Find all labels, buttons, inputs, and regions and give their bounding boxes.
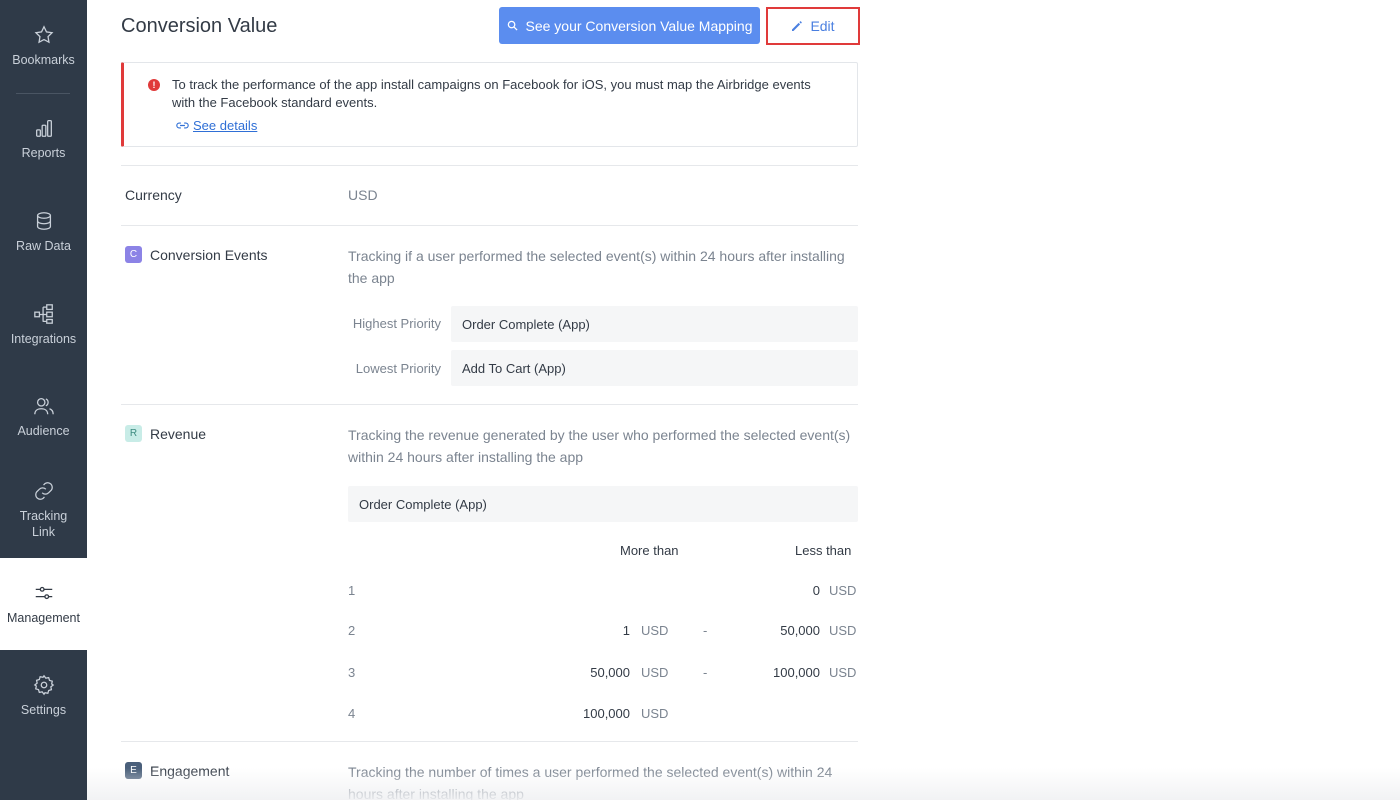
engagement-heading: E Engagement [125, 762, 229, 779]
highest-priority-field: Order Complete (App) [451, 306, 858, 342]
revenue-heading: R Revenue [125, 425, 206, 442]
revenue-badge: R [125, 425, 142, 442]
divider [121, 741, 858, 742]
range-more-value: 1 [622, 623, 630, 638]
pencil-icon [792, 21, 803, 31]
database-icon [36, 212, 51, 230]
sidebar-item-bookmarks[interactable]: Bookmarks [0, 24, 87, 68]
highest-priority-label: Highest Priority [352, 316, 441, 331]
sliders-icon [35, 586, 52, 600]
sidebar-item-label: Bookmarks [12, 53, 75, 67]
range-more-unit: USD [641, 665, 669, 680]
see-details-label: See details [193, 118, 258, 133]
range-dash: - [703, 665, 708, 680]
see-mapping-button[interactable]: See your Conversion Value Mapping [499, 7, 760, 44]
sidebar-item-integrations[interactable]: Integrations [0, 303, 87, 347]
conversion-events-heading: C Conversion Events [125, 246, 268, 263]
page-title: Conversion Value [121, 15, 278, 37]
main-content: Conversion Value See your Conversion Val… [87, 0, 1400, 800]
edit-label: Edit [810, 18, 835, 34]
column-header-less-than: Less than [795, 543, 852, 558]
alert-message: To track the performance of the app inst… [172, 77, 811, 110]
range-less-value: 100,000 [773, 665, 820, 680]
conversion-events-label: Conversion Events [150, 246, 268, 263]
range-less-unit: USD [829, 665, 857, 680]
conversion-events-description: Tracking if a user performed the selecte… [348, 248, 845, 286]
range-more-value: 50,000 [590, 665, 630, 680]
range-index: 4 [348, 706, 356, 721]
sidebar-item-settings[interactable]: Settings [0, 674, 87, 718]
divider [121, 404, 858, 405]
currency-label: Currency [125, 187, 182, 203]
sidebar-item-audience[interactable]: Audience [0, 395, 87, 439]
sidebar-item-tracking-link[interactable]: Tracking Link [0, 480, 87, 540]
range-less-value: 50,000 [780, 623, 820, 638]
sidebar-item-label: Audience [17, 424, 70, 438]
facebook-mapping-alert: ! To track the performance of the app in… [121, 62, 858, 147]
engagement-badge: E [125, 762, 142, 779]
column-header-more-than: More than [620, 543, 679, 558]
range-more-unit: USD [641, 623, 669, 638]
bar-chart-icon [35, 120, 52, 137]
range-less-unit: USD [829, 583, 857, 598]
sidebar-item-management[interactable]: Management [0, 558, 87, 650]
range-index: 3 [348, 665, 356, 680]
star-icon [34, 25, 53, 44]
sidebar-item-reports[interactable]: Reports [0, 117, 87, 161]
currency-value: USD [348, 187, 378, 203]
range-less-value: 0 [812, 583, 820, 598]
see-details-link[interactable]: See details [176, 118, 257, 133]
revenue-description: Tracking the revenue generated by the us… [348, 427, 851, 465]
divider [121, 165, 858, 166]
see-mapping-label: See your Conversion Value Mapping [525, 17, 753, 34]
search-icon [507, 20, 518, 31]
integrations-icon [33, 304, 53, 324]
range-less-unit: USD [829, 623, 857, 638]
sidebar: Bookmarks Reports Raw Data Integrations … [0, 0, 87, 800]
sidebar-item-label: Tracking Link [19, 509, 68, 539]
sidebar-item-label: Management [7, 611, 80, 625]
alert-icon: ! [148, 79, 160, 91]
sidebar-item-label: Reports [21, 146, 66, 160]
sidebar-divider [16, 93, 70, 94]
conversion-badge: C [125, 246, 142, 263]
sidebar-item-label: Raw Data [16, 239, 71, 253]
range-more-value: 100,000 [583, 706, 630, 721]
lowest-priority-label: Lowest Priority [355, 361, 441, 376]
sidebar-item-raw-data[interactable]: Raw Data [0, 210, 87, 254]
chain-link-icon [176, 122, 189, 129]
range-more-unit: USD [641, 706, 669, 721]
range-index: 2 [348, 623, 356, 638]
link-icon [34, 482, 53, 500]
edit-button[interactable]: Edit [766, 7, 860, 45]
range-index: 1 [348, 583, 356, 598]
engagement-description: Tracking the number of times a user perf… [348, 764, 833, 800]
engagement-label: Engagement [150, 762, 230, 779]
range-dash: - [703, 623, 708, 638]
sidebar-item-label: Settings [20, 703, 67, 717]
sidebar-item-label: Integrations [10, 332, 77, 346]
revenue-event-field: Order Complete (App) [348, 486, 858, 522]
gear-icon [33, 674, 54, 696]
revenue-label: Revenue [150, 425, 207, 442]
lowest-priority-field: Add To Cart (App) [451, 350, 858, 386]
divider [121, 225, 858, 226]
users-icon [33, 398, 54, 415]
